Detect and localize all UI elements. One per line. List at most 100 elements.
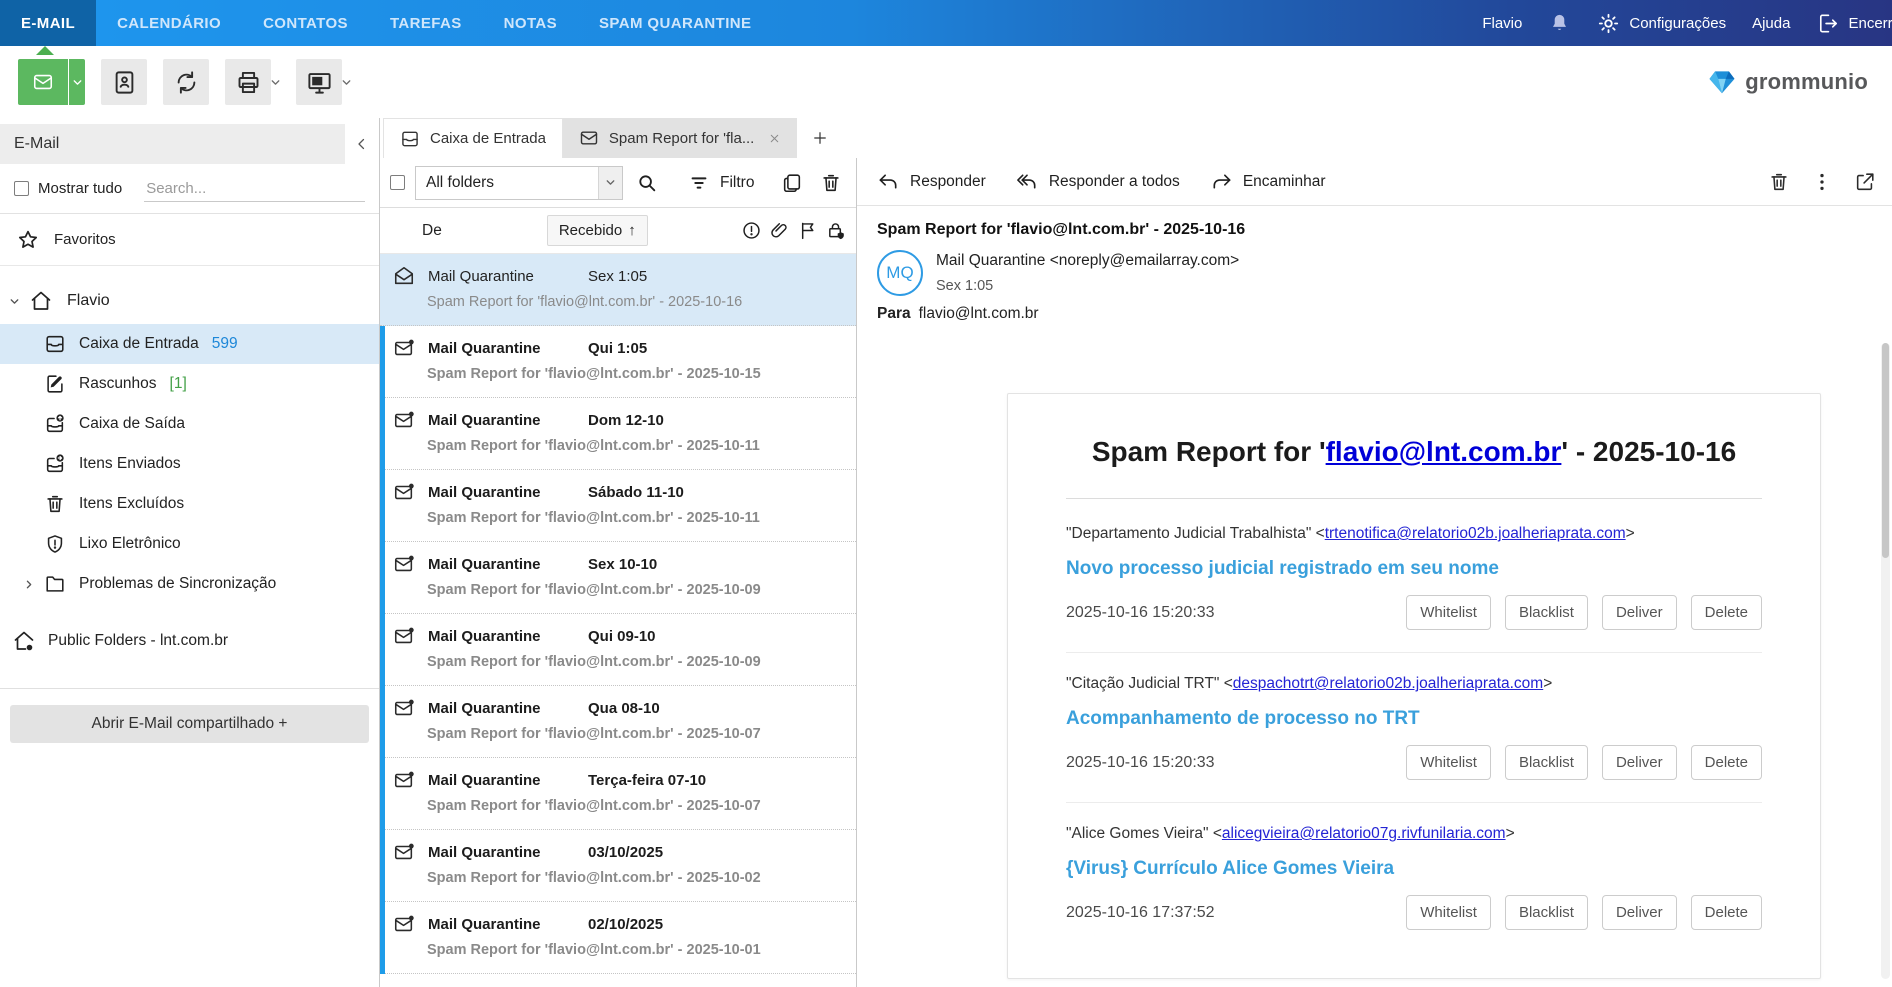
chevron-down-icon: [8, 295, 21, 308]
sidebar-item-deleted[interactable]: Itens Excluídos: [0, 484, 379, 524]
mail-list-item[interactable]: Mail QuarantineQui 1:05 Spam Report for …: [380, 326, 856, 398]
report-address-link[interactable]: flavio@lnt.com.br: [1326, 436, 1562, 467]
new-tab-button[interactable]: [803, 118, 837, 158]
new-mail-dropdown[interactable]: [68, 59, 85, 105]
mail-list-item[interactable]: Mail QuarantineSex 10-10 Spam Report for…: [380, 542, 856, 614]
blacklist-button[interactable]: Blacklist: [1505, 595, 1588, 630]
print-button[interactable]: [225, 59, 271, 105]
tab-close-button[interactable]: [768, 132, 781, 145]
logout-button[interactable]: Encerrar: [1816, 12, 1892, 35]
favorites-label: Favoritos: [54, 231, 116, 248]
mail-item-date: Sex 1:05: [588, 268, 647, 285]
mail-item-sender: Mail Quarantine: [428, 916, 580, 933]
sidebar-collapse-button[interactable]: [345, 135, 379, 153]
attachment-icon[interactable]: [769, 220, 790, 241]
open-shared-mail-button[interactable]: Abrir E-Mail compartilhado +: [10, 705, 369, 743]
nav-item-notes[interactable]: NOTAS: [483, 0, 578, 46]
favorites-section[interactable]: Favoritos: [0, 214, 379, 266]
lock-shield-icon[interactable]: [825, 220, 846, 241]
deliver-button[interactable]: Deliver: [1602, 595, 1677, 630]
nav-item-tasks[interactable]: TAREFAS: [369, 0, 483, 46]
mail-list-item[interactable]: Mail QuarantineTerça-feira 07-10 Spam Re…: [380, 758, 856, 830]
mail-item-sender: Mail Quarantine: [428, 556, 580, 573]
reader-scrollbar[interactable]: [1881, 343, 1890, 979]
tab-spam-report[interactable]: Spam Report for 'fla...: [563, 118, 797, 158]
inbox-icon: [44, 333, 66, 355]
mail-list-item[interactable]: Mail Quarantine03/10/2025 Spam Report fo…: [380, 830, 856, 902]
view-dropdown[interactable]: [340, 76, 353, 89]
mail-list-item[interactable]: Mail QuarantineQui 09-10 Spam Report for…: [380, 614, 856, 686]
mail-list-item[interactable]: Mail QuarantineDom 12-10 Spam Report for…: [380, 398, 856, 470]
mail-list-item[interactable]: Mail QuarantineQua 08-10 Spam Report for…: [380, 686, 856, 758]
mail-list-item[interactable]: Mail QuarantineSex 1:05 Spam Report for …: [380, 254, 856, 326]
show-all-label: Mostrar tudo: [38, 180, 122, 197]
show-all-checkbox[interactable]: [14, 181, 29, 196]
trash-icon[interactable]: [1768, 171, 1790, 193]
account-root[interactable]: Flavio: [0, 278, 379, 324]
settings-button[interactable]: Configurações: [1597, 12, 1726, 35]
folder-search-input[interactable]: [144, 176, 365, 202]
nav-item-spam-quarantine[interactable]: SPAM QUARANTINE: [578, 0, 772, 46]
delete-button[interactable]: Delete: [1691, 895, 1762, 930]
open-in-new-icon[interactable]: [1854, 171, 1876, 193]
refresh-button[interactable]: [163, 59, 209, 105]
sidebar-item-sent[interactable]: Itens Enviados: [0, 444, 379, 484]
nav-item-calendar[interactable]: CALENDÁRIO: [96, 0, 242, 46]
spam-sender-email-link[interactable]: alicegvieira@relatorio07g.rivfunilaria.c…: [1222, 825, 1506, 842]
spam-subject: Acompanhamento de processo no TRT: [1066, 708, 1762, 730]
reply-button[interactable]: Responder: [877, 170, 986, 193]
nav-item-contacts[interactable]: CONTATOS: [242, 0, 369, 46]
sidebar-item-drafts[interactable]: Rascunhos [1]: [0, 364, 379, 404]
delete-button[interactable]: [820, 172, 842, 194]
spam-sender-email-link[interactable]: trtenotifica@relatorio02b.joalheriaprata…: [1325, 525, 1626, 542]
delete-button[interactable]: Delete: [1691, 745, 1762, 780]
select-all-checkbox[interactable]: [390, 175, 405, 190]
top-nav-right: Flavio Configurações Ajuda Encerrar: [1482, 0, 1892, 46]
sort-received-button[interactable]: Recebido↑: [547, 215, 648, 246]
flag-icon[interactable]: [797, 220, 818, 241]
tab-inbox[interactable]: Caixa de Entrada: [383, 118, 563, 158]
scrollbar-thumb[interactable]: [1882, 343, 1889, 558]
select-dropdown[interactable]: [598, 167, 622, 199]
delete-button[interactable]: Delete: [1691, 595, 1762, 630]
filter-button[interactable]: Filtro: [688, 172, 754, 194]
whitelist-button[interactable]: Whitelist: [1406, 745, 1491, 780]
search-button[interactable]: [636, 172, 658, 194]
view-button[interactable]: [296, 59, 342, 105]
mail-icon: [579, 128, 599, 148]
blacklist-button[interactable]: Blacklist: [1505, 745, 1588, 780]
expand-chevron[interactable]: [22, 578, 35, 591]
message-from: Mail Quarantine <noreply@emailarray.com>: [936, 252, 1239, 270]
grommunio-gem-icon: [1707, 67, 1737, 97]
nav-item-email[interactable]: E-MAIL: [0, 0, 96, 46]
sidebar-item-outbox[interactable]: Caixa de Saída: [0, 404, 379, 444]
more-options-icon[interactable]: [1811, 171, 1833, 193]
tab-label: Spam Report for 'fla...: [609, 130, 754, 147]
sidebar-item-public-folders[interactable]: Public Folders - lnt.com.br: [0, 618, 379, 664]
spam-sender: "Departamento Judicial Trabalhista" <trt…: [1066, 525, 1762, 543]
sidebar-item-sync-issues[interactable]: Problemas de Sincronização: [0, 564, 379, 604]
forward-button[interactable]: Encaminhar: [1210, 170, 1326, 193]
spam-sender: "Alice Gomes Vieira" <alicegvieira@relat…: [1066, 825, 1762, 843]
deliver-button[interactable]: Deliver: [1602, 745, 1677, 780]
sidebar-item-junk[interactable]: Lixo Eletrônico: [0, 524, 379, 564]
print-dropdown[interactable]: [269, 76, 282, 89]
deliver-button[interactable]: Deliver: [1602, 895, 1677, 930]
folder-filter-select[interactable]: All folders: [415, 166, 623, 200]
forward-icon: [1210, 170, 1233, 193]
mail-list-item[interactable]: Mail QuarantineSábado 11-10 Spam Report …: [380, 470, 856, 542]
user-name: Flavio: [1482, 15, 1522, 32]
importance-icon[interactable]: [741, 220, 762, 241]
mail-list-item[interactable]: Mail Quarantine02/10/2025 Spam Report fo…: [380, 902, 856, 974]
whitelist-button[interactable]: Whitelist: [1406, 595, 1491, 630]
spam-sender-email-link[interactable]: despachotrt@relatorio02b.joalheriaprata.…: [1233, 675, 1543, 692]
sidebar-item-inbox[interactable]: Caixa de Entrada 599: [0, 324, 379, 364]
addressbook-button[interactable]: [101, 59, 147, 105]
help-button[interactable]: Ajuda: [1752, 15, 1790, 32]
notifications-button[interactable]: [1548, 12, 1571, 35]
reply-all-button[interactable]: Responder a todos: [1016, 170, 1180, 193]
new-mail-button[interactable]: [18, 59, 68, 105]
whitelist-button[interactable]: Whitelist: [1406, 895, 1491, 930]
blacklist-button[interactable]: Blacklist: [1505, 895, 1588, 930]
copy-button[interactable]: [781, 172, 803, 194]
